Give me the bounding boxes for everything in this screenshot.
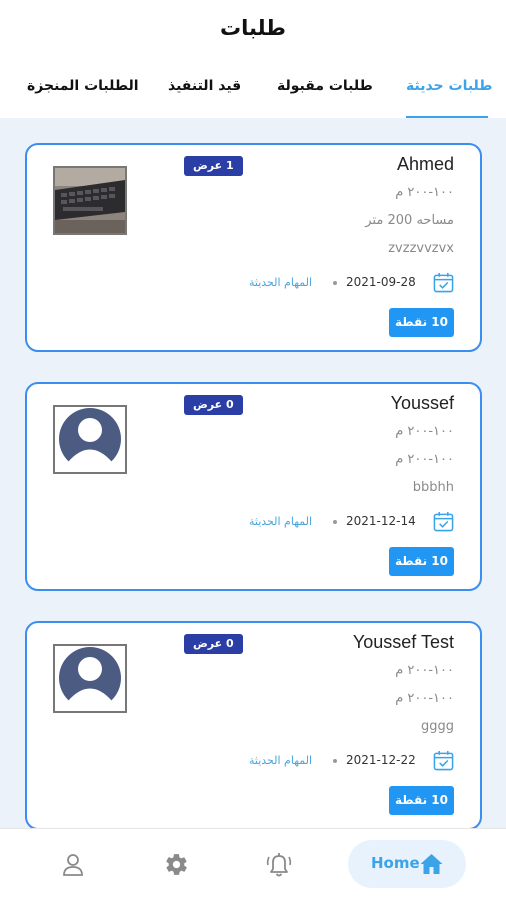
tab-in-progress[interactable]: قيد التنفيذ: [168, 78, 241, 94]
bottom-navigation: Home: [0, 828, 506, 900]
offers-count-badge: 1 عرض: [184, 156, 243, 176]
offers-count-badge: 0 عرض: [184, 395, 243, 415]
request-date: 2021-12-22: [346, 753, 416, 767]
request-detail: ١٠٠-٢٠٠ م: [395, 452, 454, 467]
tab-new-requests[interactable]: طلبات حديثة: [406, 78, 492, 94]
request-card[interactable]: 1 عرض Ahmed ١٠٠-٢٠٠ م مساحه 200 متر zvzz…: [25, 143, 482, 352]
notifications-icon[interactable]: [266, 851, 292, 878]
avatar: [53, 644, 127, 713]
request-detail: ١٠٠-٢٠٠ م: [395, 663, 454, 678]
page-title: طلبات: [220, 16, 286, 40]
task-category: المهام الحديثة: [249, 754, 313, 767]
home-icon: [420, 854, 443, 874]
client-name: Youssef Test: [352, 632, 454, 652]
request-detail: zvzzvvzvx: [388, 241, 454, 256]
profile-icon[interactable]: [62, 853, 84, 877]
request-photo: [53, 166, 127, 235]
client-name: Ahmed: [396, 154, 454, 174]
home-nav-button[interactable]: Home: [348, 840, 466, 888]
calendar-icon: [433, 511, 454, 532]
separator-dot: [333, 759, 337, 763]
request-detail: ١٠٠-٢٠٠ م: [395, 424, 454, 439]
request-date: 2021-09-28: [346, 275, 416, 289]
app-header: طلبات: [0, 0, 506, 60]
request-detail: gggg: [420, 719, 454, 734]
tab-bar: طلبات حديثة طلبات مقبولة قيد التنفيذ الط…: [0, 60, 506, 118]
client-name: Youssef: [390, 393, 454, 413]
tab-accepted-requests[interactable]: طلبات مقبولة: [277, 78, 373, 94]
request-date: 2021-12-14: [346, 514, 416, 528]
separator-dot: [333, 281, 337, 285]
tab-completed-requests[interactable]: الطلبات المنجزة: [27, 78, 139, 94]
request-detail: bbbhh: [412, 480, 454, 495]
points-button[interactable]: 10 نقطة: [389, 308, 454, 337]
requests-list[interactable]: 1 عرض Ahmed ١٠٠-٢٠٠ م مساحه 200 متر zvzz…: [0, 118, 506, 828]
request-card[interactable]: 0 عرض Youssef ١٠٠-٢٠٠ م ١٠٠-٢٠٠ م bbbhh …: [25, 382, 482, 591]
home-label: Home: [371, 854, 420, 872]
request-detail: ١٠٠-٢٠٠ م: [395, 185, 454, 200]
separator-dot: [333, 520, 337, 524]
request-detail: مساحه 200 متر: [365, 213, 454, 228]
offers-count-badge: 0 عرض: [184, 634, 243, 654]
points-button[interactable]: 10 نقطة: [389, 547, 454, 576]
points-button[interactable]: 10 نقطة: [389, 786, 454, 815]
request-detail: ١٠٠-٢٠٠ م: [395, 691, 454, 706]
request-card[interactable]: 0 عرض Youssef Test ١٠٠-٢٠٠ م ١٠٠-٢٠٠ م g…: [25, 621, 482, 828]
task-category: المهام الحديثة: [249, 276, 313, 289]
calendar-icon: [433, 272, 454, 293]
task-category: المهام الحديثة: [249, 515, 313, 528]
calendar-icon: [433, 750, 454, 771]
settings-icon[interactable]: [164, 852, 189, 877]
avatar: [53, 405, 127, 474]
